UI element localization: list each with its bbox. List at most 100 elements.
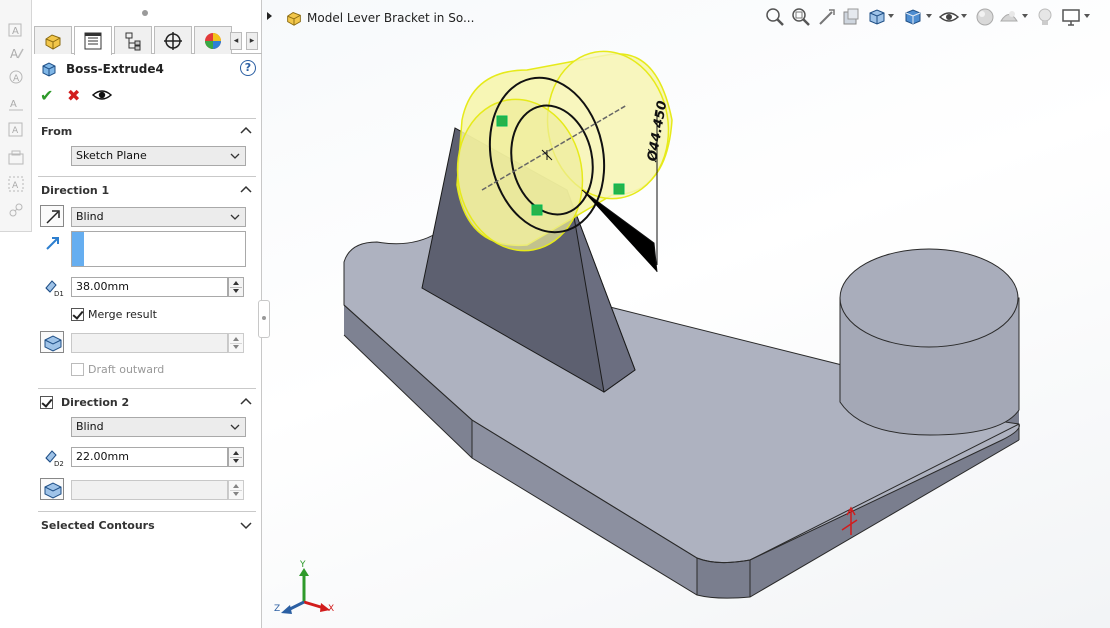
drag-handle[interactable]: [531, 204, 543, 216]
eye-icon: [91, 90, 113, 100]
direction2-draft-spinner[interactable]: [228, 480, 244, 500]
chevron-up-icon[interactable]: [240, 396, 252, 408]
direction1-group-title: Direction 1: [41, 184, 110, 197]
direction1-draft-angle-input[interactable]: [71, 333, 228, 353]
apply-scene-icon[interactable]: [998, 6, 1020, 28]
datum-icon[interactable]: A: [6, 120, 26, 140]
chevron-up-icon[interactable]: [240, 184, 252, 196]
from-select-value: Sketch Plane: [76, 149, 147, 162]
direction2-depth-value: 22.00mm: [76, 450, 129, 463]
reference-triad[interactable]: Y X Z: [272, 560, 336, 620]
chevron-down-icon[interactable]: [961, 14, 967, 18]
hole-callout-icon[interactable]: A: [6, 174, 26, 194]
direction2-end-condition-value: Blind: [76, 420, 104, 433]
tab-display-manager[interactable]: [194, 26, 232, 54]
tab-scroll-left[interactable]: ◂: [230, 32, 242, 50]
chevron-down-icon[interactable]: [926, 14, 932, 18]
property-manager-panel: ◂ ▸ Boss-Extrude4 ? ✔ ✖ From Sketch Plan…: [32, 0, 262, 628]
direction-vector-selection-box[interactable]: [71, 231, 246, 267]
solidworks-window: A A A A A A ◂ ▸ Boss-Extrude4 ? ✔ ✖ From…: [0, 0, 1110, 628]
triad-x-label: X: [328, 604, 335, 614]
weld-symbol-icon[interactable]: [6, 148, 26, 168]
feature-header: Boss-Extrude4 ?: [40, 60, 256, 80]
draft-outward-label: Draft outward: [88, 363, 165, 376]
boss-extrude-icon: [42, 62, 56, 77]
tab-feature-manager[interactable]: [34, 26, 72, 54]
edit-appearance-icon[interactable]: [974, 6, 996, 28]
separator: [38, 176, 256, 177]
merge-result-label: Merge result: [88, 308, 157, 321]
draft-toggle-button[interactable]: [40, 331, 64, 353]
manager-tabs: ◂ ▸: [34, 26, 262, 55]
feature-title: Boss-Extrude4: [66, 62, 164, 76]
separator: [38, 388, 256, 389]
view-orientation-icon[interactable]: [866, 6, 888, 28]
chevron-down-icon[interactable]: [1022, 14, 1028, 18]
detailed-preview-button[interactable]: [91, 86, 113, 109]
direction1-depth-spinner[interactable]: [228, 277, 244, 297]
chevron-down-icon: [230, 214, 240, 220]
chevron-up-icon[interactable]: [240, 125, 252, 137]
panel-resize-handle[interactable]: [258, 300, 270, 338]
svg-text:A: A: [12, 26, 19, 37]
section-view-icon[interactable]: [840, 6, 862, 28]
center-mark-icon[interactable]: [6, 200, 26, 220]
right-cylinder-top: [839, 248, 1019, 348]
chevron-down-icon[interactable]: [1084, 14, 1090, 18]
tab-dimxpert-manager[interactable]: [154, 26, 192, 54]
tab-scroll-right[interactable]: ▸: [246, 32, 258, 50]
from-select[interactable]: Sketch Plane: [71, 146, 246, 166]
cancel-button[interactable]: ✖: [67, 86, 80, 106]
selection-box-highlight: [72, 232, 84, 266]
selected-contours-group-title: Selected Contours: [41, 519, 155, 532]
tab-configuration-manager[interactable]: [114, 26, 152, 54]
heads-up-view-toolbar: [742, 6, 1102, 30]
direction2-depth-input[interactable]: 22.00mm: [71, 447, 228, 467]
flyout-feature-tree[interactable]: Model Lever Bracket in So...: [267, 7, 474, 29]
zoom-to-fit-icon[interactable]: [764, 6, 786, 28]
chevron-down-icon[interactable]: [240, 519, 252, 531]
previous-view-icon[interactable]: [816, 6, 838, 28]
drag-handle[interactable]: [613, 183, 625, 195]
direction1-depth-input[interactable]: 38.00mm: [71, 277, 228, 297]
note-icon[interactable]: A: [6, 44, 26, 64]
draft-outward-checkbox[interactable]: [71, 363, 84, 376]
hide-show-items-icon[interactable]: [938, 6, 960, 28]
surface-finish-icon[interactable]: A: [6, 94, 26, 114]
direction2-checkbox[interactable]: [40, 396, 53, 409]
expand-arrow-icon[interactable]: [267, 12, 272, 20]
reverse-direction-button[interactable]: [40, 205, 64, 227]
svg-text:A: A: [12, 126, 19, 136]
chevron-down-icon: [230, 153, 240, 159]
tab-property-manager[interactable]: [74, 26, 112, 55]
panel-grip[interactable]: [142, 10, 148, 16]
chevron-down-icon[interactable]: [888, 14, 894, 18]
smart-dimension-icon[interactable]: A: [6, 20, 26, 40]
direction2-depth-spinner[interactable]: [228, 447, 244, 467]
model-view[interactable]: [262, 0, 1110, 628]
triad-z-label: Z: [274, 604, 281, 614]
graphics-area[interactable]: Ø44.450 Model Lever Bracket in So... Y X…: [262, 0, 1110, 628]
direction1-end-condition-select[interactable]: Blind: [71, 207, 246, 227]
drag-handle[interactable]: [496, 115, 508, 127]
view-settings-icon[interactable]: [1034, 6, 1056, 28]
depth-d2-icon: D2: [42, 446, 66, 468]
from-group-title: From: [41, 125, 73, 138]
draft-icon: [44, 335, 62, 352]
balloon-icon[interactable]: A: [6, 68, 26, 88]
help-icon[interactable]: ?: [240, 60, 256, 76]
direction1-draft-spinner[interactable]: [228, 333, 244, 353]
zoom-to-area-icon[interactable]: [790, 6, 812, 28]
reverse-direction-icon: [46, 210, 60, 224]
direction2-draft-angle-input[interactable]: [71, 480, 228, 500]
direction2-group-title: Direction 2: [61, 396, 130, 409]
ok-button[interactable]: ✔: [40, 86, 53, 106]
draft-toggle-button-2[interactable]: [40, 478, 64, 500]
svg-text:A: A: [10, 99, 17, 110]
direction2-end-condition-select[interactable]: Blind: [71, 417, 246, 437]
appearance-pie-icon: [205, 32, 221, 49]
merge-result-checkbox[interactable]: [71, 308, 84, 321]
display-style-icon[interactable]: [902, 6, 924, 28]
svg-text:A: A: [12, 181, 19, 191]
display-monitor-icon[interactable]: [1060, 6, 1082, 28]
